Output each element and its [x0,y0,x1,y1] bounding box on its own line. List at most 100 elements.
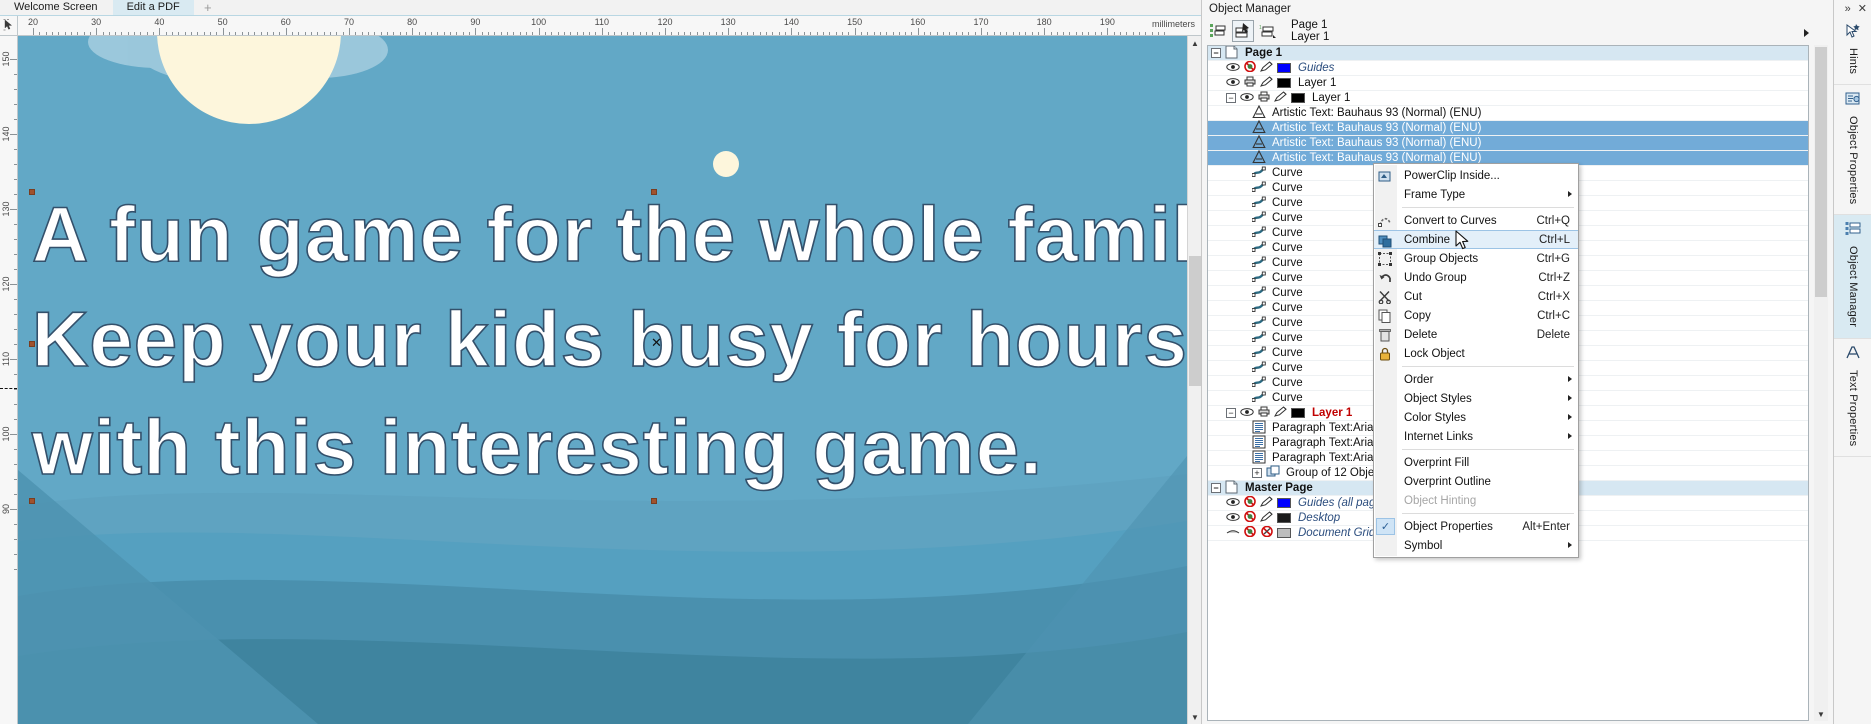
ruler-tick-minor [488,32,490,35]
editable-pencil-icon[interactable] [1259,496,1274,510]
menu-item-order[interactable]: Order [1374,370,1578,389]
vtab-object-properties[interactable]: Object Properties [1834,85,1871,216]
menu-item-copy[interactable]: Copy Ctrl+C [1374,306,1578,325]
ruler-tick-minor [14,164,17,165]
printable-icon[interactable] [1257,406,1271,420]
tree-row[interactable]: Guides [1208,60,1808,76]
not-printable-icon[interactable] [1243,510,1257,525]
tab-edit-a-pdf[interactable]: Edit a PDF [112,0,195,15]
layer-color-swatch[interactable] [1277,63,1291,73]
menu-item-internet-links[interactable]: Internet Links [1374,427,1578,446]
close-docker-icon[interactable]: ✕ [1858,2,1867,15]
tree-row[interactable]: − Layer 1 [1208,91,1808,106]
layer-color-swatch[interactable] [1277,498,1291,508]
collapse-docker-icon[interactable]: » [1845,3,1851,15]
editable-pencil-icon[interactable] [1259,61,1274,75]
vertical-ruler[interactable]: 150 140 130 120 110 100 90 [0,36,18,724]
tree-expander[interactable]: + [1252,468,1262,478]
editable-pencil-icon[interactable] [1259,511,1274,525]
menu-item-overprint-outline[interactable]: Overprint Outline [1374,472,1578,491]
tree-row[interactable]: − Page 1 [1208,46,1808,61]
layer-color-swatch[interactable] [1291,408,1305,418]
vtab-hints[interactable]: Hints [1834,17,1871,86]
visibility-eye-icon[interactable] [1226,497,1240,510]
guideline[interactable] [0,388,17,389]
menu-item-undo-group[interactable]: Undo Group Ctrl+Z [1374,268,1578,287]
layer-color-swatch[interactable] [1291,93,1305,103]
layer-color-swatch[interactable] [1277,513,1291,523]
editable-pencil-icon[interactable] [1273,91,1288,105]
menu-item-overprint-fill[interactable]: Overprint Fill [1374,453,1578,472]
menu-item-delete[interactable]: Delete Delete [1374,325,1578,344]
visibility-eye-icon[interactable] [1226,527,1240,540]
menu-item-powerclip-inside[interactable]: PowerClip Inside... [1374,166,1578,185]
tree-scroll-down-icon[interactable]: ▼ [1814,707,1828,721]
ruler-corner[interactable] [0,16,18,36]
menu-item-label: Convert to Curves [1404,214,1497,227]
layer-manager-view-icon[interactable] [1232,19,1254,42]
selection-handle[interactable] [29,498,35,504]
tab-welcome-screen[interactable]: Welcome Screen [0,0,113,15]
new-layer-icon[interactable] [1207,20,1229,42]
visibility-eye-icon[interactable] [1240,407,1254,420]
scroll-up-icon[interactable]: ▲ [1188,36,1202,50]
menu-item-group-objects[interactable]: Group Objects Ctrl+G [1374,249,1578,268]
selection-handle[interactable] [651,498,657,504]
menu-item-lock-object[interactable]: Lock Object [1374,344,1578,363]
visibility-eye-icon[interactable] [1226,512,1240,525]
menu-item-convert-to-curves[interactable]: Convert to Curves Ctrl+Q [1374,211,1578,230]
canvas-viewport[interactable]: A fun game for the whole famil Keep your… [18,36,1187,724]
editable-pencil-icon[interactable] [1259,76,1274,90]
visibility-eye-icon[interactable] [1240,92,1254,105]
menu-item-label: Copy [1404,309,1431,322]
object-context-menu[interactable]: PowerClip Inside... Frame Type Convert to … [1373,163,1579,558]
tree-scroll-thumb[interactable] [1815,47,1827,297]
menu-item-frame-type[interactable]: Frame Type [1374,185,1578,204]
tree-row[interactable]: Artistic Text: Bauhaus 93 (Normal) (ENU) [1208,119,1808,136]
selection-handle[interactable] [29,341,35,347]
menu-item-symbol[interactable]: Symbol [1374,536,1578,555]
selection-handle[interactable] [29,189,35,195]
not-printable-icon[interactable] [1243,60,1257,75]
tree-vertical-scrollbar[interactable]: ▲ ▼ [1814,45,1828,721]
layer-color-swatch[interactable] [1277,78,1291,88]
visibility-eye-icon[interactable] [1226,77,1240,90]
ruler-tick-minor [962,32,964,35]
menu-item-color-styles[interactable]: Color Styles [1374,408,1578,427]
ruler-label: 90 [470,17,481,27]
mouse-cursor-icon [1455,230,1471,257]
not-printable-icon[interactable] [1243,495,1257,510]
undo-icon [1377,270,1393,285]
layer-color-swatch[interactable] [1277,528,1291,538]
ruler-tick-minor [1018,32,1020,35]
page-layer-selector[interactable]: Page 1 Layer 1 [1291,19,1329,43]
not-printable-icon[interactable] [1243,525,1257,540]
not-editable-icon[interactable] [1260,525,1274,540]
vtab-text-properties[interactable]: Text Properties [1834,339,1871,457]
tree-expander[interactable]: − [1211,48,1221,58]
editable-pencil-icon[interactable] [1273,406,1288,420]
menu-item-cut[interactable]: Cut Ctrl+X [1374,287,1578,306]
selection-handle[interactable] [651,189,657,195]
tree-expander[interactable]: − [1226,93,1236,103]
layer-options-icon[interactable]: 1 [1257,20,1279,42]
canvas-vertical-scrollbar[interactable]: ▲ ▼ [1187,36,1202,724]
printable-icon[interactable] [1243,76,1257,90]
scroll-down-icon[interactable]: ▼ [1188,710,1202,724]
menu-item-object-styles[interactable]: Object Styles [1374,389,1578,408]
printable-icon[interactable] [1257,91,1271,105]
vtab-object-manager[interactable]: Object Manager [1834,215,1871,339]
tree-expander[interactable]: − [1211,483,1221,493]
menu-item-object-properties[interactable]: ✓ Object Properties Alt+Enter [1374,517,1578,536]
visibility-eye-icon[interactable] [1226,62,1240,75]
horizontal-ruler[interactable]: millimeters 20 30 40 50 60 70 80 90 100 110 120 130… [18,16,1201,36]
artboard[interactable]: A fun game for the whole famil Keep your… [18,36,1187,724]
chevron-right-icon[interactable] [1803,28,1811,40]
tree-row[interactable]: Layer 1 [1208,76,1808,91]
tree-expander[interactable]: − [1226,408,1236,418]
tree-row[interactable]: Artistic Text: Bauhaus 93 (Normal) (ENU) [1208,134,1808,151]
menu-item-combine[interactable]: Combine Ctrl+L [1374,230,1578,249]
new-tab-icon[interactable]: + [195,0,221,15]
scroll-thumb[interactable] [1189,256,1201,386]
tree-row[interactable]: Artistic Text: Bauhaus 93 (Normal) (ENU) [1208,104,1808,121]
